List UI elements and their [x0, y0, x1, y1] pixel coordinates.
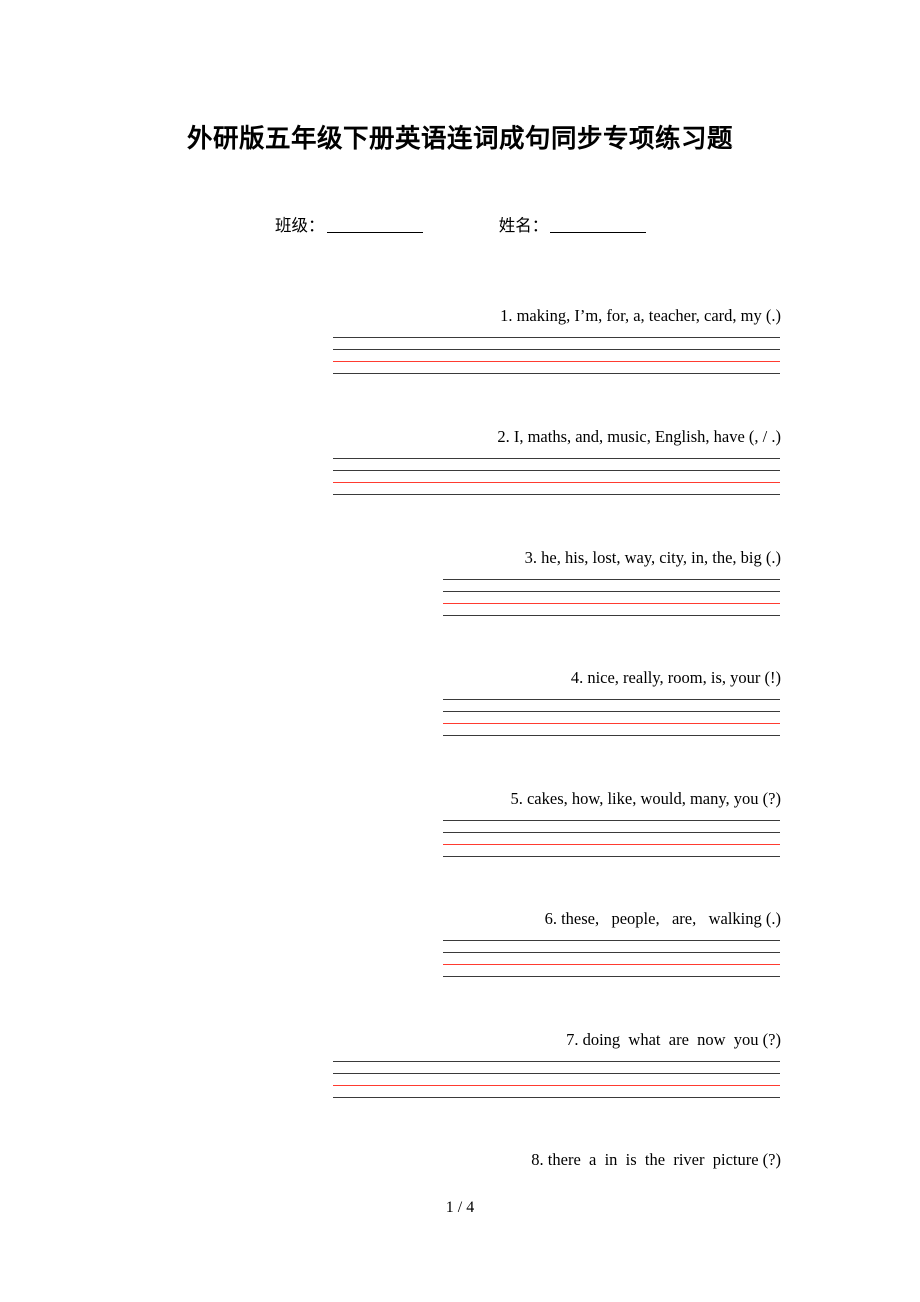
answer-writing-lines[interactable] [333, 458, 780, 496]
page-title: 外研版五年级下册英语连词成句同步专项练习题 [186, 124, 733, 153]
writing-rule-line [333, 1061, 780, 1062]
writing-rule-line [333, 1073, 780, 1074]
question-prompt: 8. there a in is the river picture (?) [531, 1150, 781, 1169]
writing-rule-line [333, 337, 780, 338]
writing-rule-line [443, 940, 780, 941]
writing-rule-line [333, 349, 780, 350]
writing-rule-line [333, 1097, 780, 1098]
question-prompt: 7. doing what are now you (?) [566, 1030, 781, 1049]
writing-baseline-red [443, 603, 780, 604]
answer-writing-lines[interactable] [443, 940, 780, 978]
writing-rule-line [443, 735, 780, 736]
question-prompt: 1. making, I’m, for, a, teacher, card, m… [500, 306, 781, 325]
question-prompt: 4. nice, really, room, is, your (!) [570, 668, 781, 687]
name-field: 姓名： [499, 212, 647, 236]
writing-rule-line [333, 373, 780, 374]
writing-rule-line [333, 470, 780, 471]
writing-rule-line [443, 952, 780, 953]
writing-baseline-red [443, 723, 780, 724]
student-info-row: 班级： 姓名： [275, 212, 647, 236]
question-prompt: 2. I, maths, and, music, English, have (… [497, 427, 781, 446]
writing-rule-line [443, 711, 780, 712]
writing-rule-line [443, 856, 780, 857]
writing-baseline-red [443, 964, 780, 965]
writing-baseline-red [333, 1085, 780, 1086]
writing-rule-line [443, 976, 780, 977]
worksheet-page: 外研版五年级下册英语连词成句同步专项练习题 班级： 姓名： 1. making,… [0, 0, 920, 1302]
writing-rule-line [443, 591, 780, 592]
class-label: 班级： [275, 216, 325, 235]
question-prompt: 6. these, people, are, walking (.) [544, 909, 781, 928]
class-field: 班级： [275, 212, 423, 236]
writing-rule-line [443, 832, 780, 833]
writing-rule-line [443, 579, 780, 580]
writing-baseline-red [333, 482, 780, 483]
answer-writing-lines[interactable] [333, 337, 780, 375]
answer-writing-lines[interactable] [333, 1061, 780, 1099]
writing-rule-line [333, 458, 780, 459]
name-label: 姓名： [498, 216, 549, 235]
class-input-blank[interactable] [326, 216, 423, 233]
writing-rule-line [443, 699, 780, 700]
writing-baseline-red [443, 844, 780, 845]
answer-writing-lines[interactable] [443, 820, 780, 858]
writing-rule-line [443, 615, 780, 616]
page-number-footer: 1 / 4 [445, 1199, 475, 1216]
answer-writing-lines[interactable] [443, 579, 780, 617]
writing-rule-line [443, 820, 780, 821]
writing-rule-line [333, 494, 780, 495]
question-prompt: 3. he, his, lost, way, city, in, the, bi… [524, 548, 781, 567]
question-prompt: 5. cakes, how, like, would, many, you (?… [510, 789, 781, 808]
writing-baseline-red [333, 361, 780, 362]
answer-writing-lines[interactable] [443, 699, 780, 737]
name-input-blank[interactable] [550, 216, 647, 233]
